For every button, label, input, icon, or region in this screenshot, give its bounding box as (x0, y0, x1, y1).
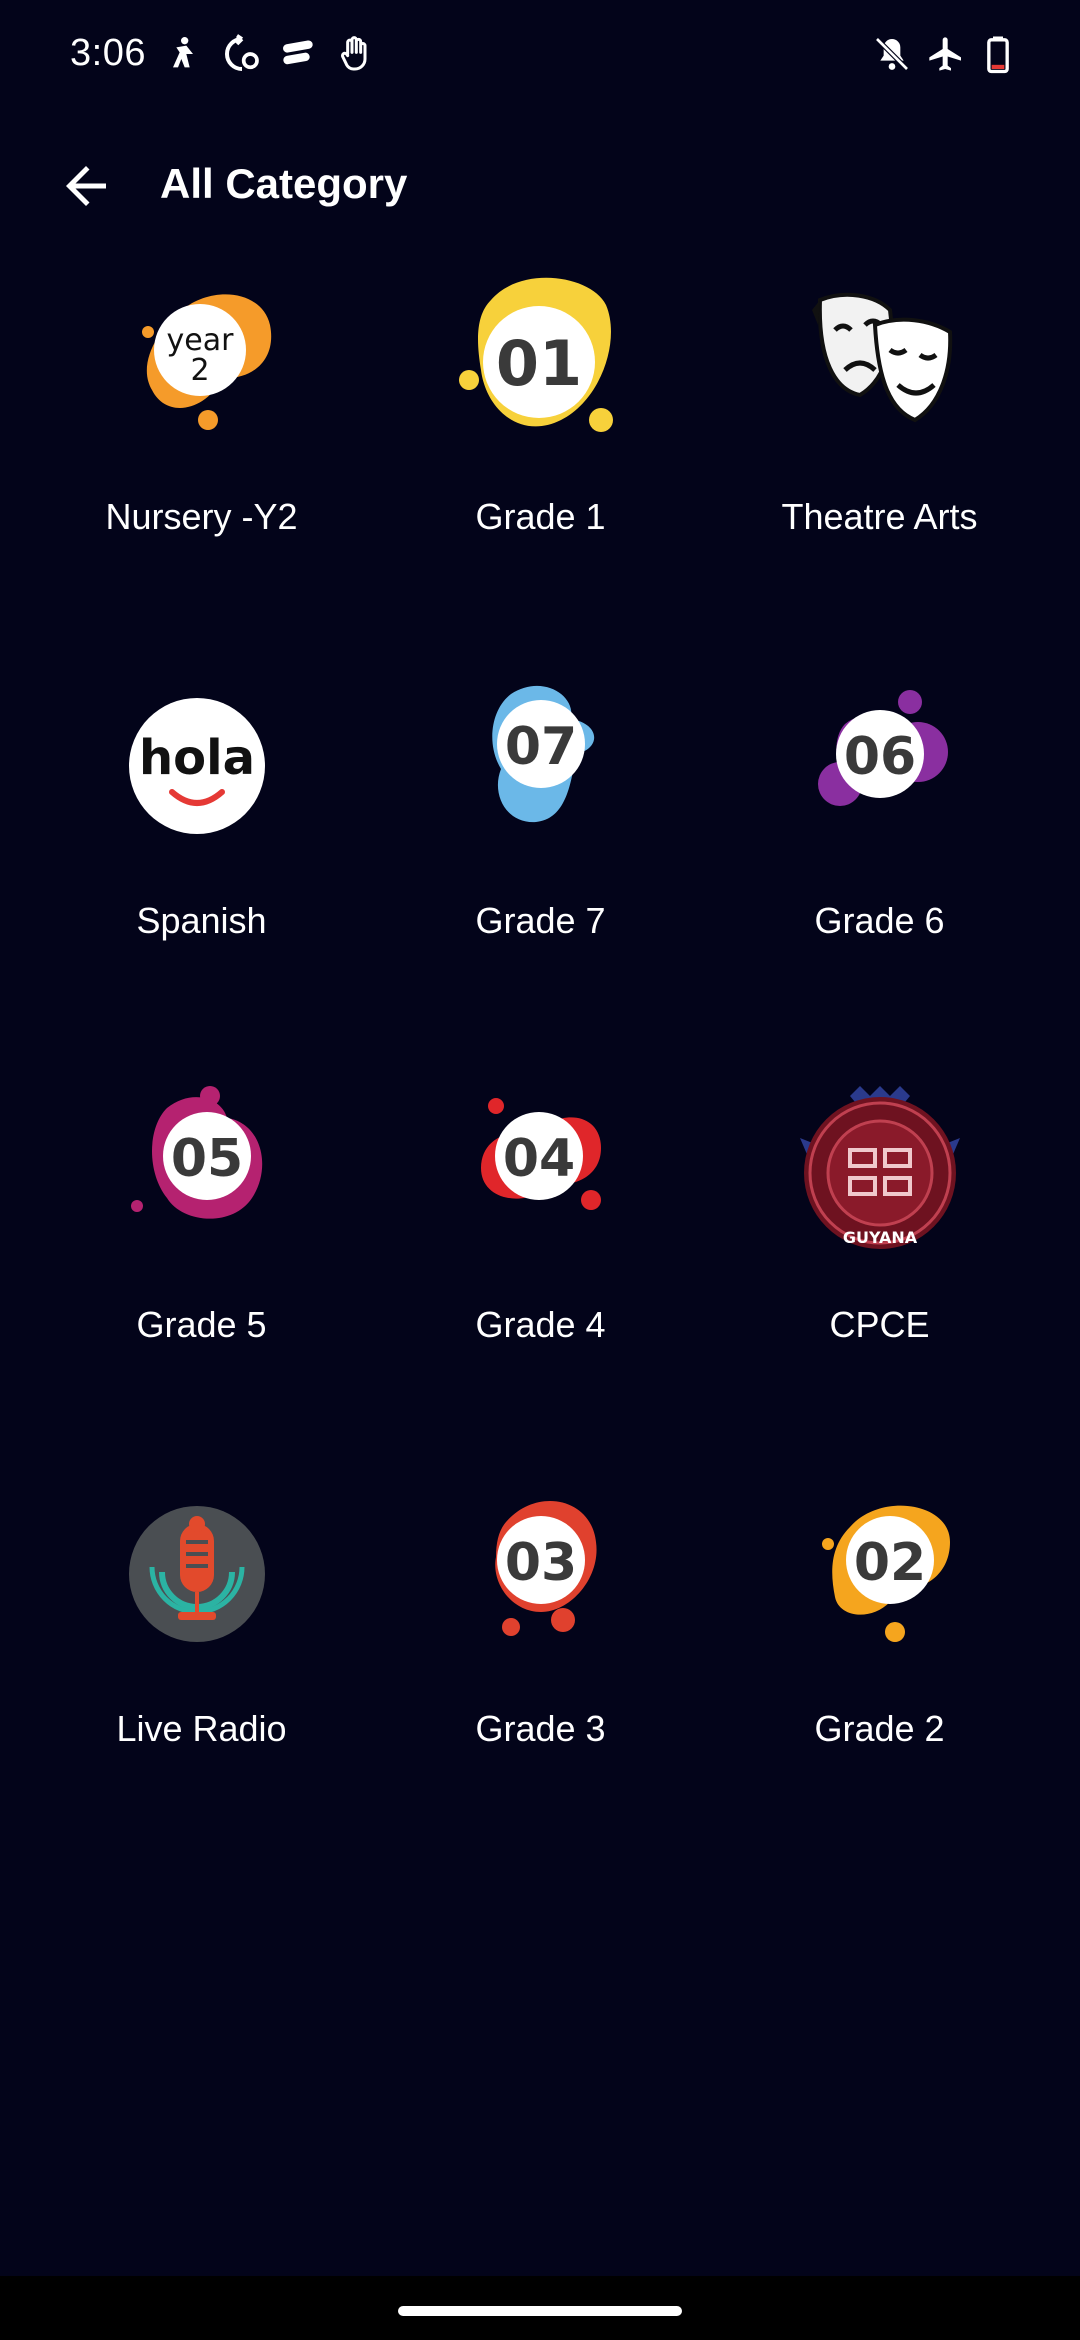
category-tile-grade-4[interactable]: 04 Grade 4 (371, 1078, 710, 1348)
category-tile-cpce[interactable]: GUYANA CPCE (710, 1078, 1049, 1348)
svg-text:hola: hola (139, 730, 255, 786)
airplane-mode-icon (926, 34, 966, 74)
status-bar: 3:06 (0, 0, 1080, 110)
category-tile-grade-3[interactable]: 03 Grade 3 (371, 1482, 710, 1752)
grade-06-icon: 06 (780, 674, 980, 854)
category-label: Live Radio (116, 1708, 287, 1749)
category-label: Theatre Arts (781, 496, 978, 537)
category-tile-grade-5[interactable]: 05 Grade 5 (32, 1078, 371, 1348)
radio-microphone-icon (102, 1482, 302, 1662)
category-tile-grade-6[interactable]: 06 Grade 6 (710, 674, 1049, 944)
svg-text:04: 04 (502, 1129, 574, 1189)
arrow-back-icon (66, 166, 106, 206)
year-2-icon: year 2 (102, 270, 302, 450)
hola-icon: hola (102, 674, 302, 854)
category-tile-live-radio[interactable]: Live Radio (32, 1482, 371, 1752)
page-title: All Category (160, 160, 408, 207)
category-label: Grade 3 (475, 1708, 606, 1749)
category-tile-grade-2[interactable]: 02 Grade 2 (710, 1482, 1049, 1752)
screen: 3:06 All Category year 2 Nursery -Y2 01 … (0, 0, 1080, 2340)
theatre-masks-icon (780, 270, 980, 450)
svg-text:01: 01 (495, 327, 581, 400)
category-label: Nursery -Y2 (105, 496, 298, 537)
category-label: Grade 7 (475, 900, 606, 941)
category-label: Grade 4 (475, 1304, 606, 1345)
grade-05-icon: 05 (102, 1078, 302, 1258)
category-tile-nursery-y2[interactable]: year 2 Nursery -Y2 (32, 270, 371, 540)
svg-text:GUYANA: GUYANA (842, 1228, 917, 1247)
category-tile-grade-7[interactable]: 07 Grade 7 (371, 674, 710, 944)
category-tile-spanish[interactable]: hola Spanish (32, 674, 371, 944)
grade-07-icon: 07 (441, 674, 641, 854)
svg-text:05: 05 (170, 1129, 242, 1189)
status-time: 3:06 (70, 32, 146, 74)
category-tile-theatre-arts[interactable]: Theatre Arts (710, 270, 1049, 540)
home-indicator[interactable] (398, 2306, 682, 2316)
back-button[interactable] (50, 150, 122, 222)
battery-icon (978, 34, 1018, 74)
grade-03-icon: 03 (441, 1482, 641, 1662)
hand-gesture-icon (336, 34, 376, 74)
category-label: Grade 2 (814, 1708, 945, 1749)
category-label: CPCE (829, 1304, 930, 1345)
category-label: Spanish (136, 900, 267, 941)
svg-text:06: 06 (843, 727, 915, 787)
category-label: Grade 6 (814, 900, 945, 941)
category-label: Grade 1 (475, 496, 606, 537)
svg-text:03: 03 (504, 1533, 576, 1593)
grade-02-icon: 02 (780, 1482, 980, 1662)
grade-01-icon: 01 (441, 270, 641, 450)
svg-text:07: 07 (504, 717, 576, 777)
sync-settings-icon (222, 34, 262, 74)
system-nav-bar (0, 2276, 1080, 2340)
cpce-emblem-icon: GUYANA (780, 1078, 980, 1258)
category-grid: year 2 Nursery -Y2 01 Grade 1 Theatre Ar… (0, 270, 1080, 1752)
svg-text:2: 2 (190, 353, 209, 388)
category-tile-grade-1[interactable]: 01 Grade 1 (371, 270, 710, 540)
app-bar: All Category (0, 130, 1080, 240)
svg-text:02: 02 (853, 1533, 925, 1593)
accessibility-icon (163, 34, 203, 74)
notifications-off-icon (872, 34, 912, 74)
cast-icon (278, 34, 318, 74)
grade-04-icon: 04 (441, 1078, 641, 1258)
category-label: Grade 5 (136, 1304, 267, 1345)
